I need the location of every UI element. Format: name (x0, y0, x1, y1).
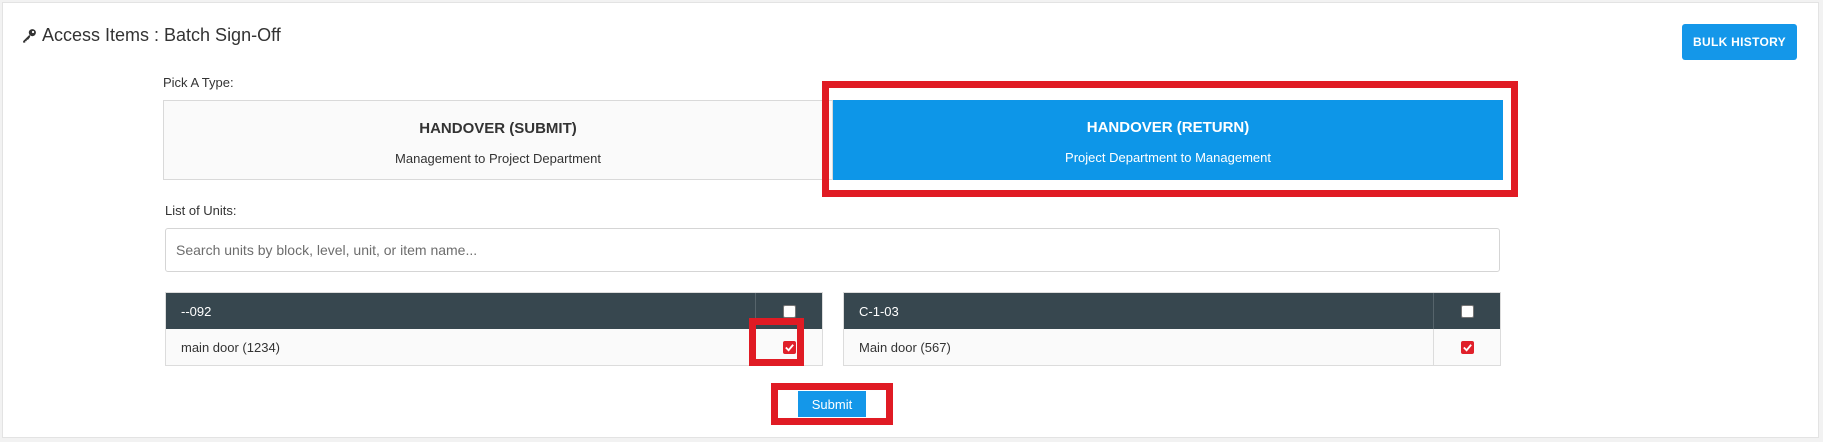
list-of-units-label: List of Units: (165, 203, 237, 218)
item-checkbox-cell (756, 329, 822, 365)
table-row: Main door (567) (844, 329, 1500, 365)
select-all-cell (756, 293, 822, 329)
item-name: Main door (567) (844, 329, 1434, 365)
unit-table-header: --092 (166, 293, 822, 329)
page-title-text: Access Items : Batch Sign-Off (42, 25, 281, 45)
type-option-title: HANDOVER (SUBMIT) (419, 120, 577, 137)
item-name: main door (1234) (166, 329, 756, 365)
select-all-checkbox[interactable] (1460, 304, 1474, 318)
type-option-title: HANDOVER (RETURN) (1086, 119, 1250, 136)
type-option-handover-return[interactable]: HANDOVER (RETURN) Project Department to … (833, 100, 1503, 180)
type-option-subtitle: Project Department to Management (1065, 150, 1271, 165)
page-title: Access Items : Batch Sign-Off (21, 25, 281, 46)
unit-search-input[interactable] (165, 228, 1500, 272)
table-row: main door (1234) (166, 329, 822, 365)
unit-name: --092 (166, 293, 756, 329)
pick-type-label: Pick A Type: (163, 75, 234, 90)
batch-signoff-panel (2, 2, 1819, 438)
unit-table-092: --092 main door (1234) (165, 292, 823, 366)
item-checkbox-cell (1434, 329, 1500, 365)
checkmark-icon (1462, 343, 1472, 352)
select-all-checkbox[interactable] (782, 304, 796, 318)
unit-table-header: C-1-03 (844, 293, 1500, 329)
unit-table-c-1-03: C-1-03 Main door (567) (843, 292, 1501, 366)
unit-name: C-1-03 (844, 293, 1434, 329)
checkmark-icon (784, 343, 794, 352)
type-option-handover-submit[interactable]: HANDOVER (SUBMIT) Management to Project … (163, 100, 833, 180)
submit-button[interactable]: Submit (798, 391, 866, 417)
bulk-history-button[interactable]: BULK HISTORY (1682, 24, 1797, 60)
select-all-cell (1434, 293, 1500, 329)
type-option-subtitle: Management to Project Department (395, 151, 601, 166)
key-icon (23, 29, 36, 43)
item-checkbox[interactable] (1460, 340, 1474, 354)
item-checkbox[interactable] (782, 340, 796, 354)
